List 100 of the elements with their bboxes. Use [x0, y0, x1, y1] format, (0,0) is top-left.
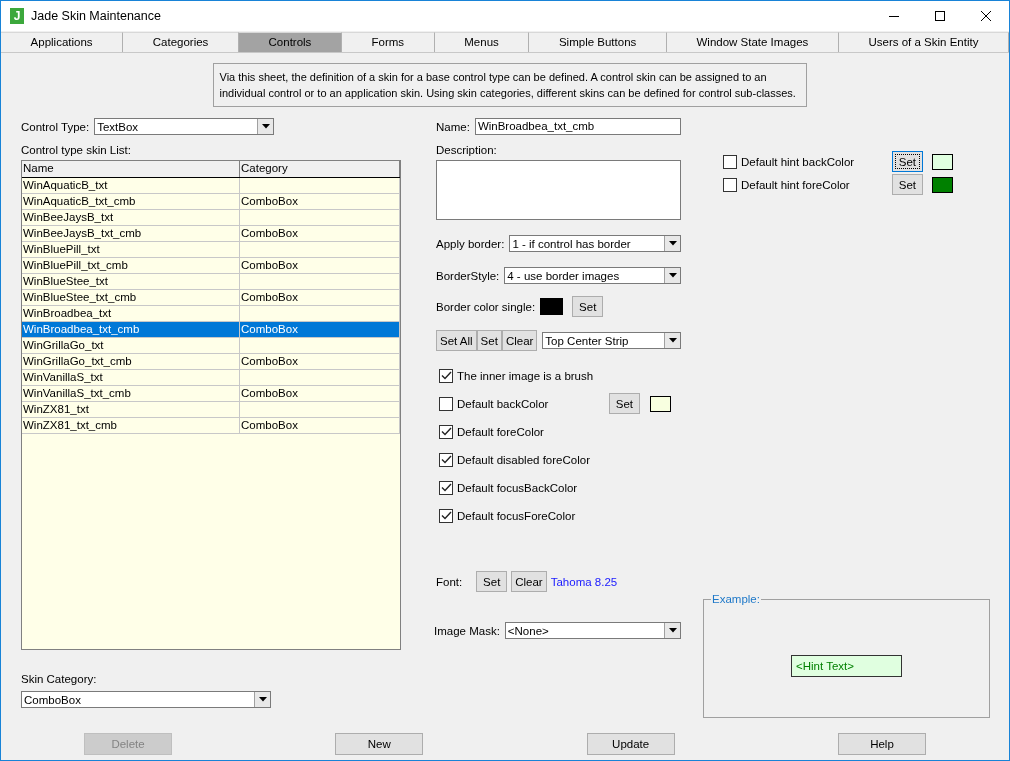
table-cell: WinGrillaGo_txt	[22, 338, 240, 353]
image-mask-dropdown[interactable]: <None>	[504, 622, 681, 639]
table-cell: WinBeeJaysB_txt	[22, 210, 240, 225]
field-label: Apply border:	[436, 237, 505, 250]
checkbox-label: Default hint foreColor	[741, 178, 850, 191]
font-button[interactable]: Set	[476, 571, 508, 592]
table-cell: WinVanillaS_txt	[22, 370, 240, 385]
checkmark-icon	[440, 455, 452, 464]
table-row[interactable]: WinVanillaS_txt_cmb ComboBox	[22, 386, 400, 402]
table-row[interactable]: WinBeeJaysB_txt	[22, 210, 400, 226]
table-cell: ComboBox	[240, 354, 400, 369]
table-row[interactable]: WinAquaticB_txt_cmb ComboBox	[22, 194, 400, 210]
tab[interactable]: Users of a Skin Entity	[838, 32, 1009, 52]
field-label: Font:	[436, 575, 463, 588]
table-cell: ComboBox	[240, 226, 400, 241]
caret-icon	[261, 124, 270, 129]
checkbox-label: Default focusForeColor	[457, 509, 576, 522]
table-cell: WinBluePill_txt_cmb	[22, 258, 240, 273]
table-row[interactable]: WinGrillaGo_txt_cmb ComboBox	[22, 354, 400, 370]
name-field[interactable]: WinBroadbea_txt_cmb	[474, 118, 681, 135]
checkbox[interactable]	[439, 368, 453, 383]
table-cell: ComboBox	[240, 418, 400, 433]
set-button[interactable]: Set	[891, 174, 923, 195]
field-label: Name:	[436, 120, 470, 133]
window-title: Jade Skin Maintenance	[31, 9, 161, 23]
table-cell: WinBlueStee_txt	[22, 274, 240, 289]
table-row[interactable]: WinVanillaS_txt	[22, 370, 400, 386]
checkbox[interactable]	[439, 396, 453, 411]
action-button[interactable]: New	[335, 733, 424, 755]
tab[interactable]: Forms	[341, 32, 435, 52]
image-button[interactable]: Set All	[436, 330, 477, 351]
table-cell: ComboBox	[240, 386, 400, 401]
table-cell: WinAquaticB_txt	[22, 178, 240, 193]
caret-icon	[258, 697, 267, 702]
image-part-dropdown[interactable]: Top Center Strip	[542, 332, 681, 349]
field-label: Description:	[436, 144, 498, 156]
table-cell: WinBroadbea_txt	[22, 306, 240, 321]
action-button[interactable]: Update	[586, 733, 675, 755]
column-header[interactable]: Name	[22, 161, 240, 177]
checkbox-label: Default focusBackColor	[457, 481, 578, 494]
close-icon	[981, 11, 991, 21]
table-cell: ComboBox	[240, 322, 400, 337]
field-label: Control Type:	[21, 120, 90, 133]
image-button[interactable]: Clear	[501, 330, 538, 351]
image-button[interactable]: Set	[476, 330, 502, 351]
table-row[interactable]: WinZX81_txt	[22, 402, 400, 418]
field-label: Border color single:	[436, 300, 536, 313]
table-row[interactable]: WinBluePill_txt	[22, 242, 400, 258]
tab[interactable]: Applications	[1, 32, 124, 52]
skin-category-dropdown[interactable]: ComboBox	[21, 691, 271, 708]
tab[interactable]: Menus	[434, 32, 530, 52]
checkbox[interactable]	[723, 154, 737, 169]
set-button[interactable]: Set	[891, 151, 923, 172]
table-cell: WinGrillaGo_txt_cmb	[22, 354, 240, 369]
table-row[interactable]: WinBroadbea_txt_cmb ComboBox	[22, 322, 400, 338]
checkbox[interactable]	[439, 424, 453, 439]
table-row[interactable]: WinBeeJaysB_txt_cmb ComboBox	[22, 226, 400, 242]
table-cell: WinBlueStee_txt_cmb	[22, 290, 240, 305]
tab[interactable]: Window State Images	[666, 32, 839, 52]
checkmark-icon	[440, 427, 452, 436]
tab[interactable]: Controls	[238, 32, 342, 52]
caret-icon	[668, 241, 677, 246]
tab[interactable]: Simple Buttons	[529, 32, 667, 52]
checkbox-label: Default hint backColor	[741, 155, 855, 168]
set-button[interactable]: Set	[572, 296, 604, 317]
action-button[interactable]: Help	[838, 733, 926, 755]
column-header[interactable]: Category	[240, 161, 400, 177]
checkbox-label: Default disabled foreColor	[457, 453, 590, 466]
table-cell: WinZX81_txt_cmb	[22, 418, 240, 433]
table-row[interactable]: WinAquaticB_txt	[22, 178, 400, 194]
table-cell: WinZX81_txt	[22, 402, 240, 417]
tab[interactable]: Categories	[123, 32, 239, 52]
table-row[interactable]: WinBlueStee_txt	[22, 274, 400, 290]
table-cell: WinAquaticB_txt_cmb	[22, 194, 240, 209]
checkbox[interactable]	[439, 452, 453, 467]
font-value: Tahoma 8.25	[550, 575, 618, 588]
table-row[interactable]: WinBluePill_txt_cmb ComboBox	[22, 258, 400, 274]
border-style-dropdown[interactable]: 4 - use border images	[504, 267, 681, 284]
table-cell: ComboBox	[240, 290, 400, 305]
control-type-dropdown[interactable]: TextBox	[94, 118, 275, 135]
table-row[interactable]: WinBlueStee_txt_cmb ComboBox	[22, 290, 400, 306]
checkbox[interactable]	[439, 508, 453, 523]
set-button[interactable]: Set	[608, 393, 640, 414]
field-label: BorderStyle:	[436, 269, 500, 282]
table-row[interactable]: WinZX81_txt_cmb ComboBox	[22, 418, 400, 434]
table-cell: WinVanillaS_txt_cmb	[22, 386, 240, 401]
table-cell: WinBroadbea_txt_cmb	[22, 322, 240, 337]
checkmark-icon	[440, 483, 452, 492]
font-button[interactable]: Clear	[511, 571, 547, 592]
list-label: Control type skin List:	[21, 144, 132, 156]
checkbox[interactable]	[723, 177, 737, 192]
caret-icon	[668, 273, 677, 278]
field-label: Image Mask:	[434, 624, 500, 637]
description-field[interactable]	[436, 160, 681, 220]
app-logo: J	[10, 8, 24, 24]
table-row[interactable]: WinGrillaGo_txt	[22, 338, 400, 354]
group-label: Example:	[711, 593, 761, 605]
checkbox[interactable]	[439, 480, 453, 495]
apply-border-dropdown[interactable]: 1 - if control has border	[509, 235, 681, 252]
checkbox-label: The inner image is a brush	[457, 369, 594, 382]
